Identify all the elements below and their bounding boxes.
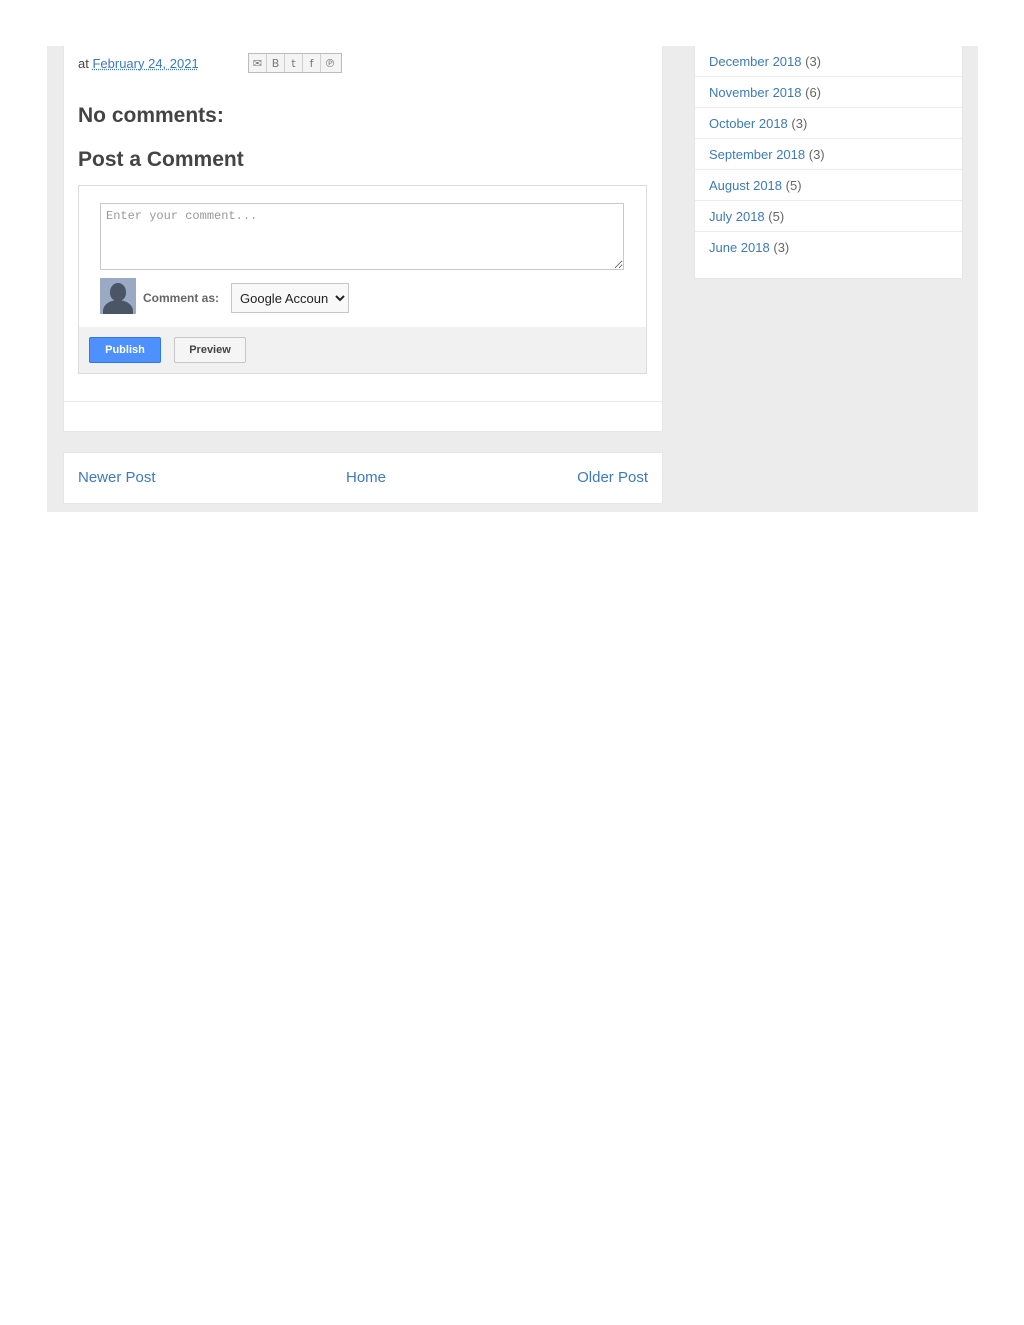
archive-count: (3): [808, 147, 825, 162]
comment-button-bar: Publish Preview: [79, 327, 646, 373]
archive-link[interactable]: October 2018: [709, 116, 788, 131]
email-icon[interactable]: ✉: [249, 54, 267, 72]
archive-link[interactable]: November 2018: [709, 85, 802, 100]
archive-item: September 2018 (3): [695, 139, 962, 170]
archive-link[interactable]: June 2018: [709, 240, 770, 255]
archive-item: June 2018 (3): [695, 232, 962, 262]
archive-link[interactable]: August 2018: [709, 178, 782, 193]
archive-link[interactable]: September 2018: [709, 147, 805, 162]
preview-button[interactable]: Preview: [174, 337, 246, 363]
archive-count: (3): [773, 240, 790, 255]
archive-link[interactable]: July 2018: [709, 209, 765, 224]
post-byline: at February 24, 2021: [78, 56, 199, 71]
older-post-link[interactable]: Older Post: [577, 469, 648, 486]
archive-sidebar: December 2018 (3) November 2018 (6) Octo…: [694, 46, 963, 279]
post-comment-heading: Post a Comment: [78, 148, 244, 171]
avatar: [100, 278, 136, 314]
newer-post-link[interactable]: Newer Post: [78, 469, 156, 486]
post-footer-card: at February 24, 2021 ✉ B t f ℗ No commen…: [63, 46, 663, 432]
archive-item: December 2018 (3): [695, 46, 962, 77]
archive-item: July 2018 (5): [695, 201, 962, 232]
home-link[interactable]: Home: [346, 469, 386, 486]
comment-textarea[interactable]: [100, 203, 624, 270]
archive-count: (3): [805, 54, 822, 69]
avatar-head-shape: [110, 283, 126, 301]
archive-item: October 2018 (3): [695, 108, 962, 139]
avatar-body-shape: [103, 300, 133, 314]
archive-link[interactable]: December 2018: [709, 54, 802, 69]
byline-prefix: at: [78, 56, 89, 71]
publish-button[interactable]: Publish: [89, 337, 161, 363]
archive-item: August 2018 (5): [695, 170, 962, 201]
post-date-link[interactable]: February 24, 2021: [92, 56, 198, 71]
twitter-icon[interactable]: t: [285, 54, 303, 72]
comment-as-label: Comment as:: [143, 291, 220, 305]
share-buttons: ✉ B t f ℗: [248, 53, 342, 73]
no-comments-heading: No comments:: [78, 104, 224, 127]
archive-count: (5): [768, 209, 785, 224]
comment-form: Comment as: Google Accoun Publish Previe…: [78, 185, 647, 374]
post-card-divider: [64, 401, 662, 402]
identity-select[interactable]: Google Accoun: [231, 283, 349, 313]
archive-count: (3): [791, 116, 808, 131]
pinterest-icon[interactable]: ℗: [321, 54, 339, 72]
archive-item: November 2018 (6): [695, 77, 962, 108]
facebook-icon[interactable]: f: [303, 54, 321, 72]
archive-list: December 2018 (3) November 2018 (6) Octo…: [695, 46, 962, 262]
blog-pager: Newer Post Home Older Post: [63, 452, 663, 504]
archive-count: (5): [785, 178, 802, 193]
blogger-icon[interactable]: B: [267, 54, 285, 72]
archive-count: (6): [805, 85, 822, 100]
blog-outer-wrapper: at February 24, 2021 ✉ B t f ℗ No commen…: [47, 46, 978, 512]
